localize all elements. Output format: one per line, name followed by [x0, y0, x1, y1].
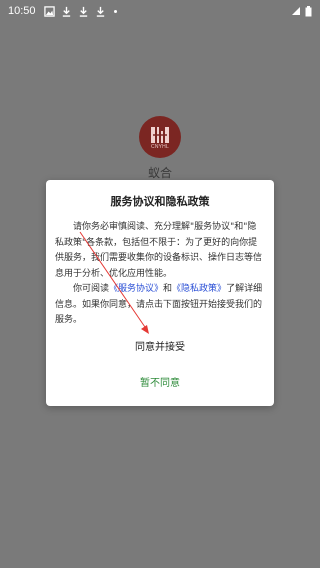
dialog-title: 服务协议和隐私政策 — [110, 195, 210, 208]
status-right — [291, 5, 312, 17]
status-bar: 10:50 — [0, 0, 320, 22]
download-icon — [79, 6, 87, 17]
download-icon — [96, 6, 104, 17]
download-icon — [62, 6, 70, 17]
logo-mark-icon — [151, 126, 169, 143]
logo-caption: CNYHL — [151, 143, 169, 150]
battery-icon — [305, 5, 312, 16]
para2-and: 和 — [163, 284, 173, 294]
disagree-button[interactable]: 暂不同意 — [46, 374, 274, 389]
para2-prefix: 你可阅读 — [73, 284, 110, 294]
service-agreement-link[interactable]: 《服务协议》 — [109, 284, 163, 294]
app-logo: CNYHL — [139, 116, 181, 158]
signal-icon — [292, 7, 300, 15]
dot-icon — [113, 9, 117, 13]
dialog-paragraph-links: 你可阅读《服务协议》和《隐私政策》了解详细信息。如果你同意，请点击下面按钮开始接… — [55, 282, 265, 329]
privacy-dialog: 服务协议和隐私政策 请你务必审慎阅读、充分理解"服务协议"和"隐私政策"各条款，… — [46, 180, 274, 406]
privacy-policy-link[interactable]: 《隐私政策》 — [172, 284, 226, 294]
dialog-paragraph-terms: 请你务必审慎阅读、充分理解"服务协议"和"隐私政策"各条款，包括但不限于：为了更… — [55, 222, 263, 279]
app-name: 蚁合 — [147, 166, 172, 180]
dialog-body: 请你务必审慎阅读、充分理解"服务协议"和"隐私政策"各条款，包括但不限于：为了更… — [55, 220, 265, 329]
agree-button[interactable]: 同意并接受 — [46, 338, 274, 353]
status-time: 10:50 — [8, 5, 36, 17]
image-icon — [43, 5, 55, 17]
